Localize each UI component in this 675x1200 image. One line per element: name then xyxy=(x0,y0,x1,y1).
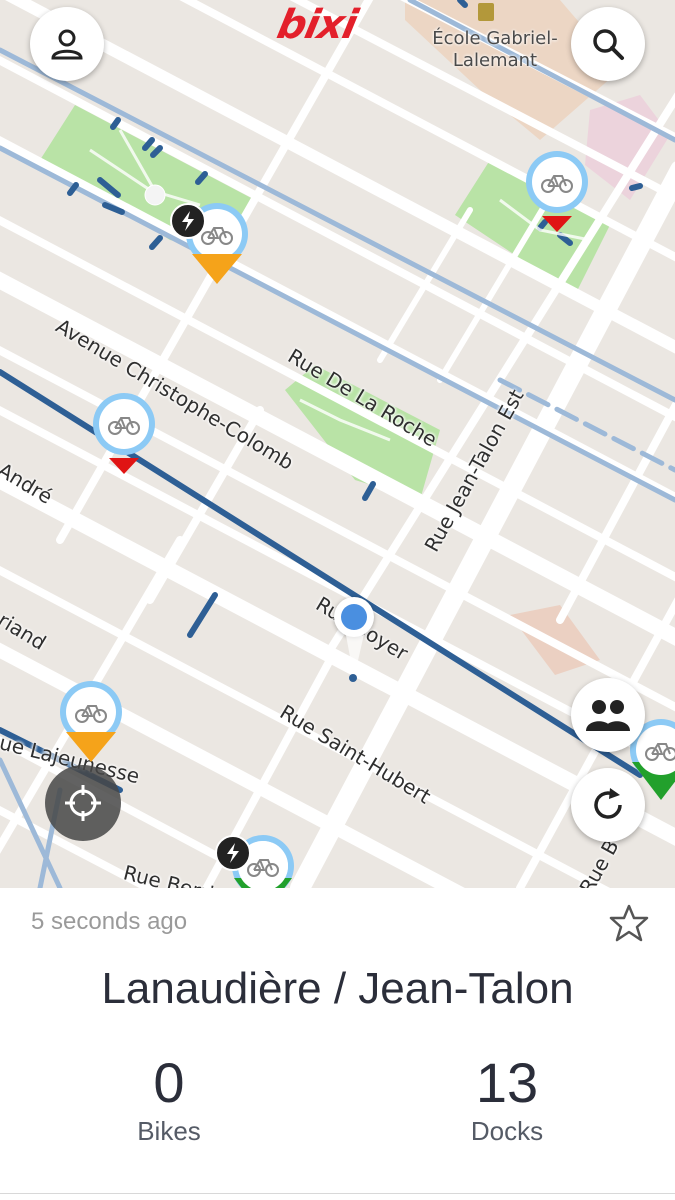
electric-bolt-icon xyxy=(170,203,206,239)
poi-name-line1: École Gabriel- xyxy=(432,28,558,49)
bikes-stat: 0 Bikes xyxy=(69,1052,269,1147)
station-marker[interactable] xyxy=(524,150,590,240)
search-icon xyxy=(593,29,624,60)
group-icon xyxy=(586,700,630,731)
star-outline-icon[interactable] xyxy=(608,902,650,944)
electric-bolt-icon xyxy=(215,835,251,871)
person-icon xyxy=(51,29,83,60)
station-marker[interactable] xyxy=(91,392,157,482)
last-updated-text: 5 seconds ago xyxy=(31,908,188,935)
docks-label: Docks xyxy=(470,1116,544,1146)
school-icon xyxy=(478,3,494,21)
map-view[interactable]: Avenue Christophe-Colomb Rue De La Roche… xyxy=(0,0,675,888)
bixi-logo: bixi xyxy=(273,2,361,48)
location-direction-cone xyxy=(345,630,365,682)
docks-stat: 13 Docks xyxy=(407,1052,607,1147)
bikes-label: Bikes xyxy=(137,1116,201,1146)
crosshair-icon xyxy=(65,785,101,821)
search-button[interactable] xyxy=(571,7,645,81)
bikes-count: 0 xyxy=(153,1051,185,1114)
poi-name-line2: Lalemant xyxy=(452,50,538,71)
locate-button[interactable] xyxy=(45,765,121,841)
refresh-icon xyxy=(594,788,622,819)
docks-count: 13 xyxy=(475,1051,539,1114)
nearby-button[interactable] xyxy=(571,678,645,752)
station-info-panel: 5 seconds ago Lanaudière / Jean-Talon 0 … xyxy=(0,888,675,1200)
station-marker[interactable] xyxy=(58,680,124,770)
station-name: Lanaudière / Jean-Talon xyxy=(101,964,574,1013)
refresh-button[interactable] xyxy=(571,768,645,842)
profile-button[interactable] xyxy=(30,7,104,81)
poi-label: École Gabriel- Lalemant xyxy=(415,28,575,72)
panel-divider xyxy=(0,1193,675,1194)
